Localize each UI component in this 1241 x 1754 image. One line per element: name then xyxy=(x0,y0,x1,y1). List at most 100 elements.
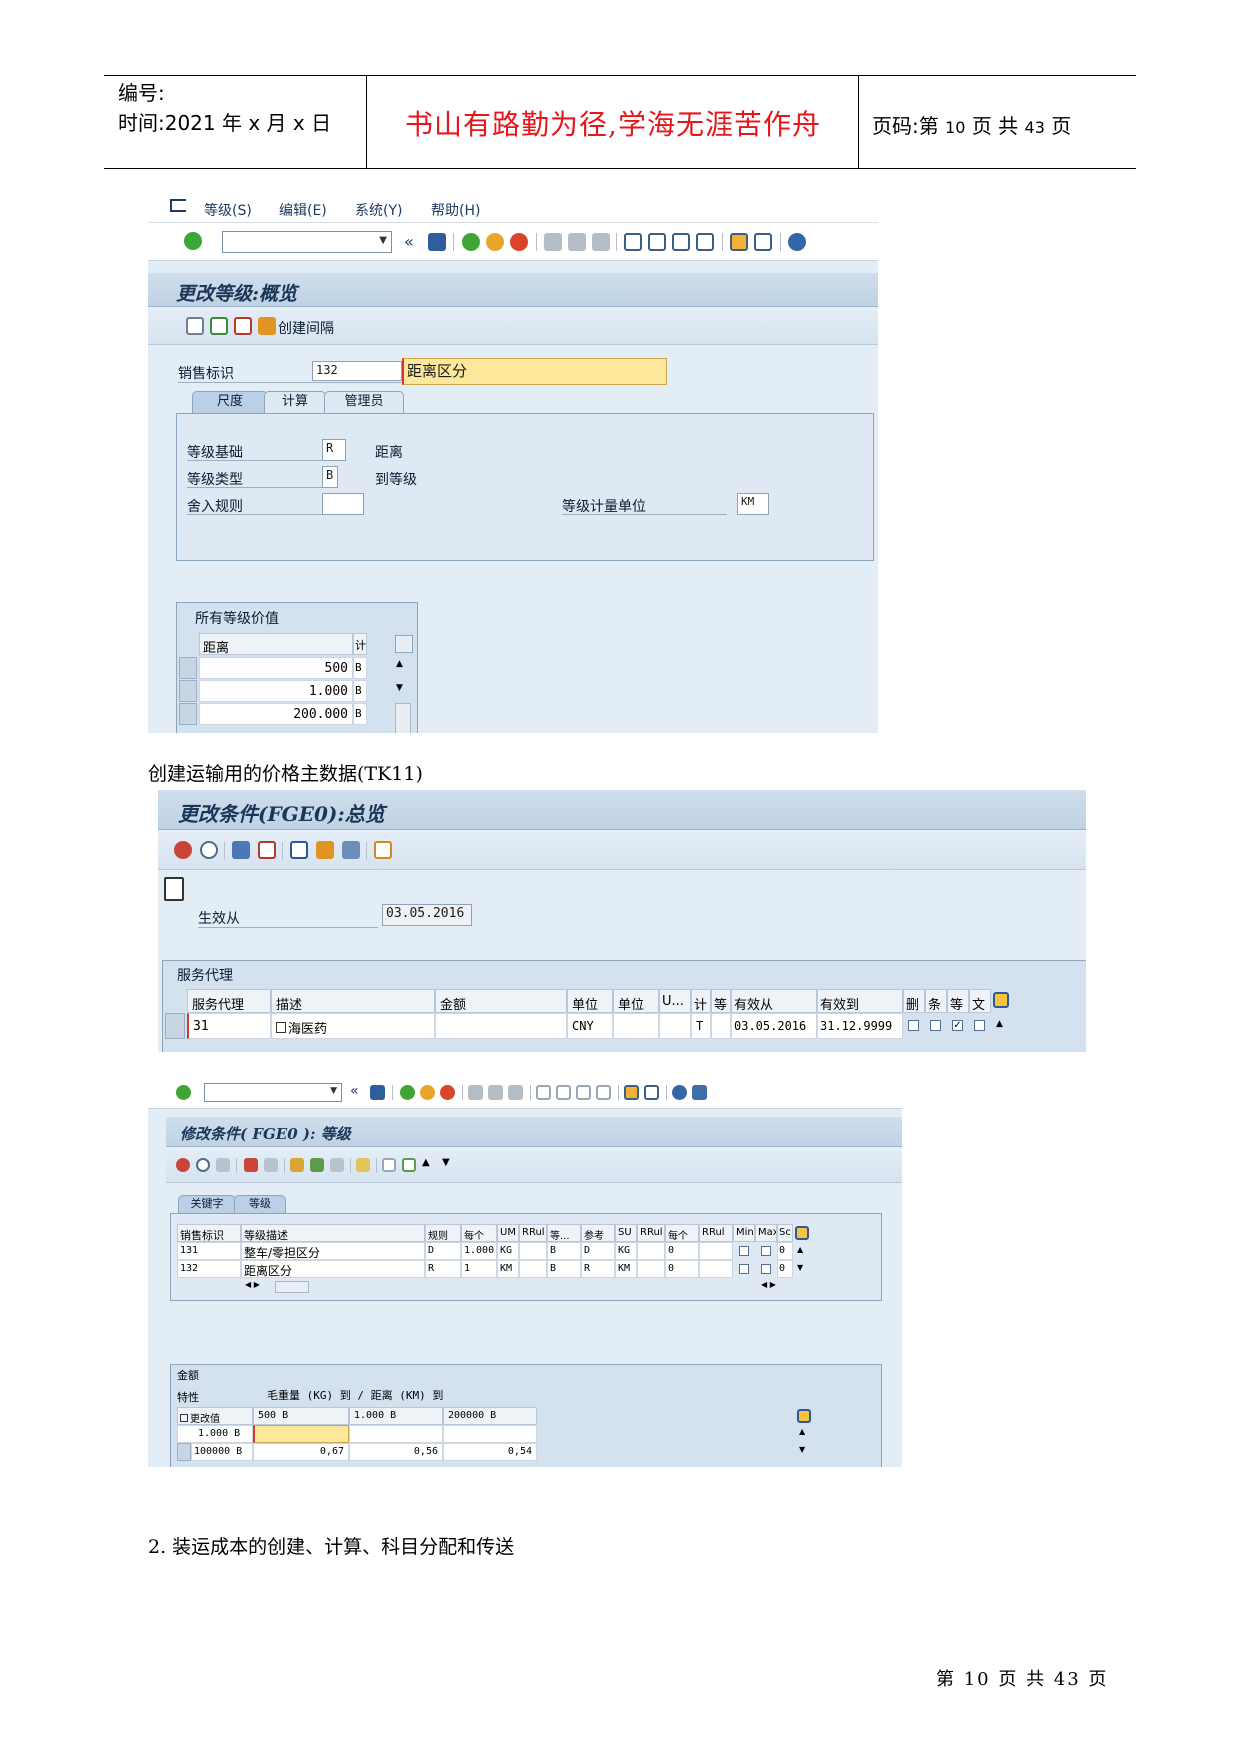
scroll-down-icon[interactable]: ▼ xyxy=(799,1445,805,1454)
copy-icon[interactable] xyxy=(244,1158,258,1172)
scroll-up-icon[interactable]: ▲ xyxy=(996,1019,1003,1029)
scale-cell[interactable]: 0,56 xyxy=(349,1443,443,1461)
save-icon[interactable] xyxy=(428,233,446,251)
table-row-uom[interactable] xyxy=(659,1013,691,1039)
move-down-icon[interactable]: ▼ xyxy=(442,1157,450,1168)
tab-scales[interactable]: 等级 xyxy=(234,1195,286,1213)
display-icon[interactable] xyxy=(186,317,204,335)
sales-id-description-field[interactable]: 距离区分 xyxy=(402,358,667,385)
move-up-icon[interactable]: ▲ xyxy=(422,1157,430,1168)
table-settings-icon[interactable] xyxy=(797,1409,811,1423)
display-detail-icon[interactable] xyxy=(200,841,218,859)
table-row-scale-desc[interactable]: 整车/零担区分 xyxy=(241,1242,425,1260)
table-row-rrul-3[interactable] xyxy=(699,1242,733,1260)
find-icon[interactable] xyxy=(488,1085,503,1100)
tab-scale[interactable]: 尺度 xyxy=(192,391,268,413)
collapse-icon[interactable]: « xyxy=(350,1083,359,1099)
scroll-right-icon[interactable]: ◀ ▶ xyxy=(761,1280,776,1289)
scales-icon[interactable] xyxy=(316,841,334,859)
scale-cell[interactable]: 0,54 xyxy=(443,1443,537,1461)
cancel-icon[interactable] xyxy=(440,1085,455,1100)
table-row-unit[interactable] xyxy=(613,1013,659,1039)
row-selector[interactable] xyxy=(177,1443,191,1461)
find-icon[interactable] xyxy=(568,233,586,251)
table-row-valid-to[interactable]: 31.12.9999 xyxy=(817,1013,903,1039)
tab-admin[interactable]: 管理员 xyxy=(324,391,404,413)
rounding-rule-field[interactable] xyxy=(322,493,364,515)
previous-page-icon[interactable] xyxy=(556,1085,571,1100)
table-row-amount[interactable] xyxy=(435,1013,567,1039)
table-row-scale[interactable]: B xyxy=(547,1242,581,1260)
delete-row-icon[interactable] xyxy=(234,317,252,335)
scrollbar-thumb[interactable] xyxy=(395,703,411,733)
back-icon[interactable] xyxy=(400,1085,415,1100)
layout-icon[interactable] xyxy=(692,1085,707,1100)
first-page-icon[interactable] xyxy=(624,233,642,251)
create-interval-button[interactable]: 创建间隔 xyxy=(278,318,334,338)
enter-icon[interactable] xyxy=(176,1085,191,1100)
next-page-icon[interactable] xyxy=(576,1085,591,1100)
table-row-description[interactable]: 海医药 xyxy=(271,1013,435,1039)
scroll-left-icon[interactable]: ◀ ▶ xyxy=(245,1280,260,1289)
min-checkbox[interactable] xyxy=(739,1246,749,1256)
delete-icon[interactable] xyxy=(258,841,276,859)
grid-icon[interactable] xyxy=(180,1414,188,1422)
exit-icon[interactable] xyxy=(486,233,504,251)
additional-data-icon[interactable] xyxy=(374,841,392,859)
tree-icon[interactable] xyxy=(310,1158,324,1172)
table-icon[interactable] xyxy=(290,1158,304,1172)
scroll-up-icon[interactable]: ▲ xyxy=(797,1245,803,1254)
scale-type-field[interactable]: B xyxy=(322,466,338,488)
table-row-per[interactable]: 1 xyxy=(461,1260,497,1278)
deselect-icon[interactable] xyxy=(402,1158,416,1172)
edit-icon[interactable] xyxy=(264,1158,278,1172)
command-field[interactable]: ▼ xyxy=(222,231,392,253)
condition-checkbox[interactable] xyxy=(930,1020,941,1031)
min-checkbox[interactable] xyxy=(739,1264,749,1274)
menu-edit[interactable]: 编辑(E) xyxy=(279,200,327,220)
table-row-value[interactable]: 500 xyxy=(199,657,353,679)
validity-icon[interactable] xyxy=(342,841,360,859)
shortcut-icon[interactable] xyxy=(644,1085,659,1100)
select-all-icon[interactable] xyxy=(382,1158,396,1172)
table-row-currency[interactable]: CNY xyxy=(567,1013,613,1039)
table-row-um[interactable]: KG xyxy=(497,1242,519,1260)
scale-checkbox[interactable]: ✓ xyxy=(952,1020,963,1031)
cancel-icon[interactable] xyxy=(510,233,528,251)
table-row-value[interactable]: 200.000 xyxy=(199,703,353,725)
max-checkbox[interactable] xyxy=(761,1264,771,1274)
first-page-icon[interactable] xyxy=(536,1085,551,1100)
table-settings-icon[interactable] xyxy=(795,1226,809,1240)
last-page-icon[interactable] xyxy=(696,233,714,251)
scroll-down-icon[interactable]: ▼ xyxy=(396,683,403,693)
table-row-per-2[interactable]: 0 xyxy=(665,1242,699,1260)
table-row-sc[interactable]: 0 xyxy=(777,1260,793,1278)
copy-icon[interactable] xyxy=(232,841,250,859)
text-checkbox[interactable] xyxy=(974,1020,985,1031)
document-icon[interactable] xyxy=(164,877,184,901)
menu-exit-icon[interactable] xyxy=(170,199,186,212)
valid-from-field[interactable]: 03.05.2016 xyxy=(382,904,472,926)
table-row-per-2[interactable]: 0 xyxy=(665,1260,699,1278)
table-row-scale[interactable] xyxy=(711,1013,731,1039)
table-row-rule[interactable]: R xyxy=(425,1260,461,1278)
print-icon[interactable] xyxy=(468,1085,483,1100)
row-selector[interactable] xyxy=(179,703,197,725)
display-detail-icon[interactable] xyxy=(196,1158,210,1172)
menu-system[interactable]: 系统(Y) xyxy=(355,200,402,220)
enter-icon[interactable] xyxy=(184,232,202,250)
table-settings-icon[interactable] xyxy=(993,992,1009,1008)
new-session-icon[interactable] xyxy=(624,1085,639,1100)
chevron-down-icon[interactable]: ▼ xyxy=(330,1086,337,1096)
row-selector[interactable] xyxy=(165,1013,185,1039)
scale-cell[interactable] xyxy=(443,1425,537,1443)
shortcut-icon[interactable] xyxy=(754,233,772,251)
command-field[interactable]: ▼ xyxy=(204,1083,342,1102)
table-row-ref[interactable]: D xyxy=(581,1242,615,1260)
scroll-up-icon[interactable]: ▲ xyxy=(396,659,403,669)
scale-cell[interactable] xyxy=(253,1425,349,1443)
menu-scale[interactable]: 等级(S) xyxy=(204,200,252,220)
table-row-scale[interactable]: B xyxy=(547,1260,581,1278)
next-page-icon[interactable] xyxy=(672,233,690,251)
copy-icon[interactable] xyxy=(276,1022,286,1033)
